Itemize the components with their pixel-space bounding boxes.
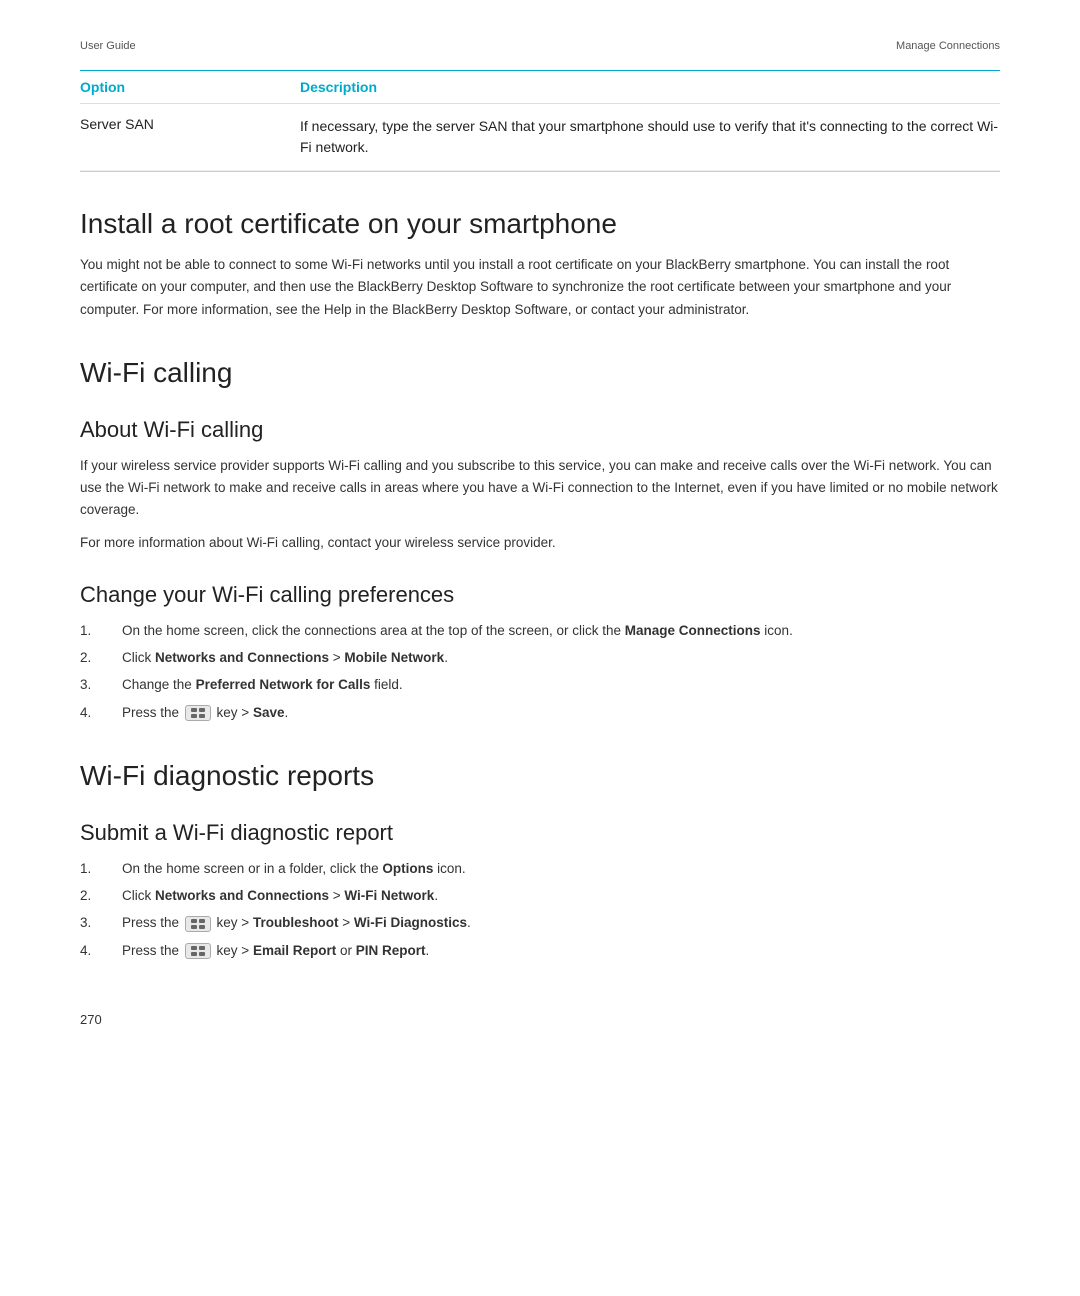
page-number: 270 [80, 1012, 102, 1027]
step-bold: Mobile Network [344, 650, 444, 665]
subsection-about-wifi-calling: About Wi-Fi calling If your wireless ser… [80, 417, 1000, 554]
step-content: Change the Preferred Network for Calls f… [122, 674, 1000, 696]
step-content: Press the key > Email Report or PIN Repo… [122, 940, 1000, 962]
step-bold: Save [253, 705, 285, 720]
section-wifi-diagnostic-reports: Wi-Fi diagnostic reports Submit a Wi-Fi … [80, 760, 1000, 962]
step-item: 2. Click Networks and Connections > Mobi… [80, 647, 1000, 669]
step-item: 1. On the home screen, click the connect… [80, 620, 1000, 642]
step-num: 2. [80, 885, 122, 907]
step-content: On the home screen or in a folder, click… [122, 858, 1000, 880]
step-bold: Wi-Fi Network [344, 888, 434, 903]
step-bold: Wi-Fi Diagnostics [354, 915, 467, 930]
table-row: Server SAN If necessary, type the server… [80, 104, 1000, 171]
step-bold: Manage Connections [625, 623, 761, 638]
subheading-submit-wifi-diagnostic: Submit a Wi-Fi diagnostic report [80, 820, 1000, 846]
step-num: 1. [80, 620, 122, 642]
step-bold: Preferred Network for Calls [196, 677, 371, 692]
section-install-root-cert-para: You might not be able to connect to some… [80, 254, 1000, 321]
step-num: 4. [80, 702, 122, 724]
subsection-change-wifi-calling-prefs: Change your Wi-Fi calling preferences 1.… [80, 582, 1000, 724]
options-table: Option Description Server SAN If necessa… [80, 71, 1000, 172]
step-num: 2. [80, 647, 122, 669]
table-header-description: Description [300, 79, 377, 95]
section-heading-wifi-diagnostic-reports: Wi-Fi diagnostic reports [80, 760, 1000, 792]
submit-wifi-diagnostic-steps: 1. On the home screen or in a folder, cl… [80, 858, 1000, 962]
table-header-row: Option Description [80, 71, 1000, 104]
step-content: Press the key > Troubleshoot > Wi-Fi Dia… [122, 912, 1000, 934]
step-item: 2. Click Networks and Connections > Wi-F… [80, 885, 1000, 907]
section-install-root-cert: Install a root certificate on your smart… [80, 208, 1000, 321]
step-num: 3. [80, 912, 122, 934]
table-cell-description: If necessary, type the server SAN that y… [300, 116, 1000, 158]
step-item: 4. Press the key > Email Report or PIN R… [80, 940, 1000, 962]
subsection-submit-wifi-diagnostic: Submit a Wi-Fi diagnostic report 1. On t… [80, 820, 1000, 962]
step-content: Click Networks and Connections > Mobile … [122, 647, 1000, 669]
header-right: Manage Connections [896, 40, 1000, 52]
step-item: 3. Press the key > Troubleshoot > Wi-Fi … [80, 912, 1000, 934]
section-heading-wifi-calling: Wi-Fi calling [80, 357, 1000, 389]
step-content: On the home screen, click the connection… [122, 620, 1000, 642]
step-num: 1. [80, 858, 122, 880]
step-bold: Options [382, 861, 433, 876]
subheading-change-wifi-calling-prefs: Change your Wi-Fi calling preferences [80, 582, 1000, 608]
step-bold: Networks and Connections [155, 888, 329, 903]
step-bold: Email Report [253, 943, 336, 958]
step-bold: Networks and Connections [155, 650, 329, 665]
step-item: 1. On the home screen or in a folder, cl… [80, 858, 1000, 880]
page-footer: 270 [80, 1012, 1000, 1027]
menu-key-icon [185, 705, 211, 721]
subheading-about-wifi-calling: About Wi-Fi calling [80, 417, 1000, 443]
section-heading-install-root-cert: Install a root certificate on your smart… [80, 208, 1000, 240]
step-content: Click Networks and Connections > Wi-Fi N… [122, 885, 1000, 907]
section-wifi-calling: Wi-Fi calling About Wi-Fi calling If you… [80, 357, 1000, 724]
menu-key-icon [185, 943, 211, 959]
about-wifi-calling-para-1: If your wireless service provider suppor… [80, 455, 1000, 522]
change-wifi-calling-steps: 1. On the home screen, click the connect… [80, 620, 1000, 724]
step-item: 4. Press the key > Save. [80, 702, 1000, 724]
step-bold: PIN Report [356, 943, 426, 958]
step-bold: Troubleshoot [253, 915, 339, 930]
table-cell-option: Server SAN [80, 116, 300, 132]
about-wifi-calling-para-2: For more information about Wi-Fi calling… [80, 532, 1000, 554]
page-header: User Guide Manage Connections [80, 40, 1000, 52]
step-item: 3. Change the Preferred Network for Call… [80, 674, 1000, 696]
step-content: Press the key > Save. [122, 702, 1000, 724]
step-num: 4. [80, 940, 122, 962]
header-left: User Guide [80, 40, 136, 52]
table-header-option: Option [80, 79, 300, 95]
step-num: 3. [80, 674, 122, 696]
menu-key-icon [185, 916, 211, 932]
